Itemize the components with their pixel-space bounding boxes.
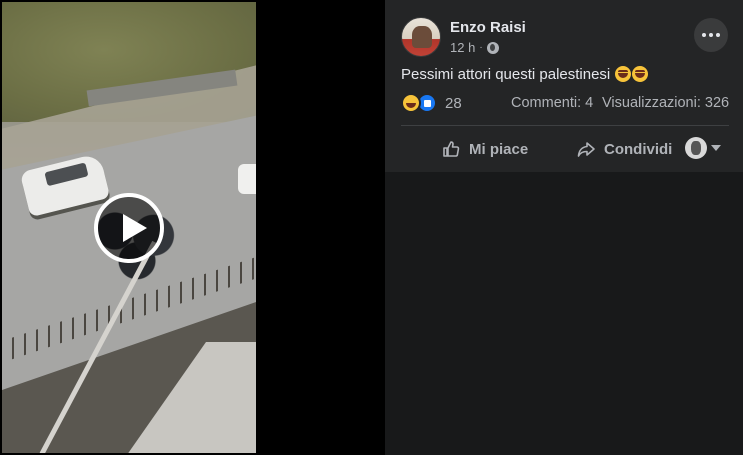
laughing-emoji-icon: [632, 66, 649, 82]
laughing-emoji-icon: [615, 66, 632, 82]
audience-selector[interactable]: [685, 137, 721, 159]
reactions-summary[interactable]: 28: [401, 93, 462, 113]
more-options-icon: [702, 33, 706, 37]
play-icon: [123, 214, 147, 242]
chevron-down-icon: [711, 145, 721, 151]
author-name[interactable]: Enzo Raisi: [450, 19, 526, 36]
post-meta: 12 h ·: [450, 40, 499, 55]
more-options-button[interactable]: [694, 18, 728, 52]
reactions-count: 28: [445, 94, 462, 112]
profile-avatar-icon: [685, 137, 707, 159]
comments-count[interactable]: Commenti: 4: [511, 95, 593, 111]
thumbs-up-icon: [443, 141, 460, 157]
post-time[interactable]: 12 h: [450, 40, 475, 55]
views-count: Visualizzazioni: 326: [602, 95, 730, 111]
video-player[interactable]: [0, 0, 385, 455]
post-text: Pessimi attori questi palestinesi: [401, 66, 649, 83]
like-button[interactable]: Mi piace: [441, 137, 528, 161]
share-label: Condividi: [604, 140, 673, 158]
play-button[interactable]: [94, 193, 164, 263]
share-icon: [577, 142, 595, 157]
haha-reaction-icon: [401, 93, 421, 113]
comments-area: [385, 172, 743, 455]
share-button[interactable]: Condividi: [576, 137, 672, 161]
post-text-content: Pessimi attori questi palestinesi: [401, 66, 611, 83]
author-avatar[interactable]: [401, 17, 441, 57]
globe-icon: [486, 41, 499, 54]
like-label: Mi piace: [469, 140, 529, 158]
divider: [401, 125, 729, 126]
